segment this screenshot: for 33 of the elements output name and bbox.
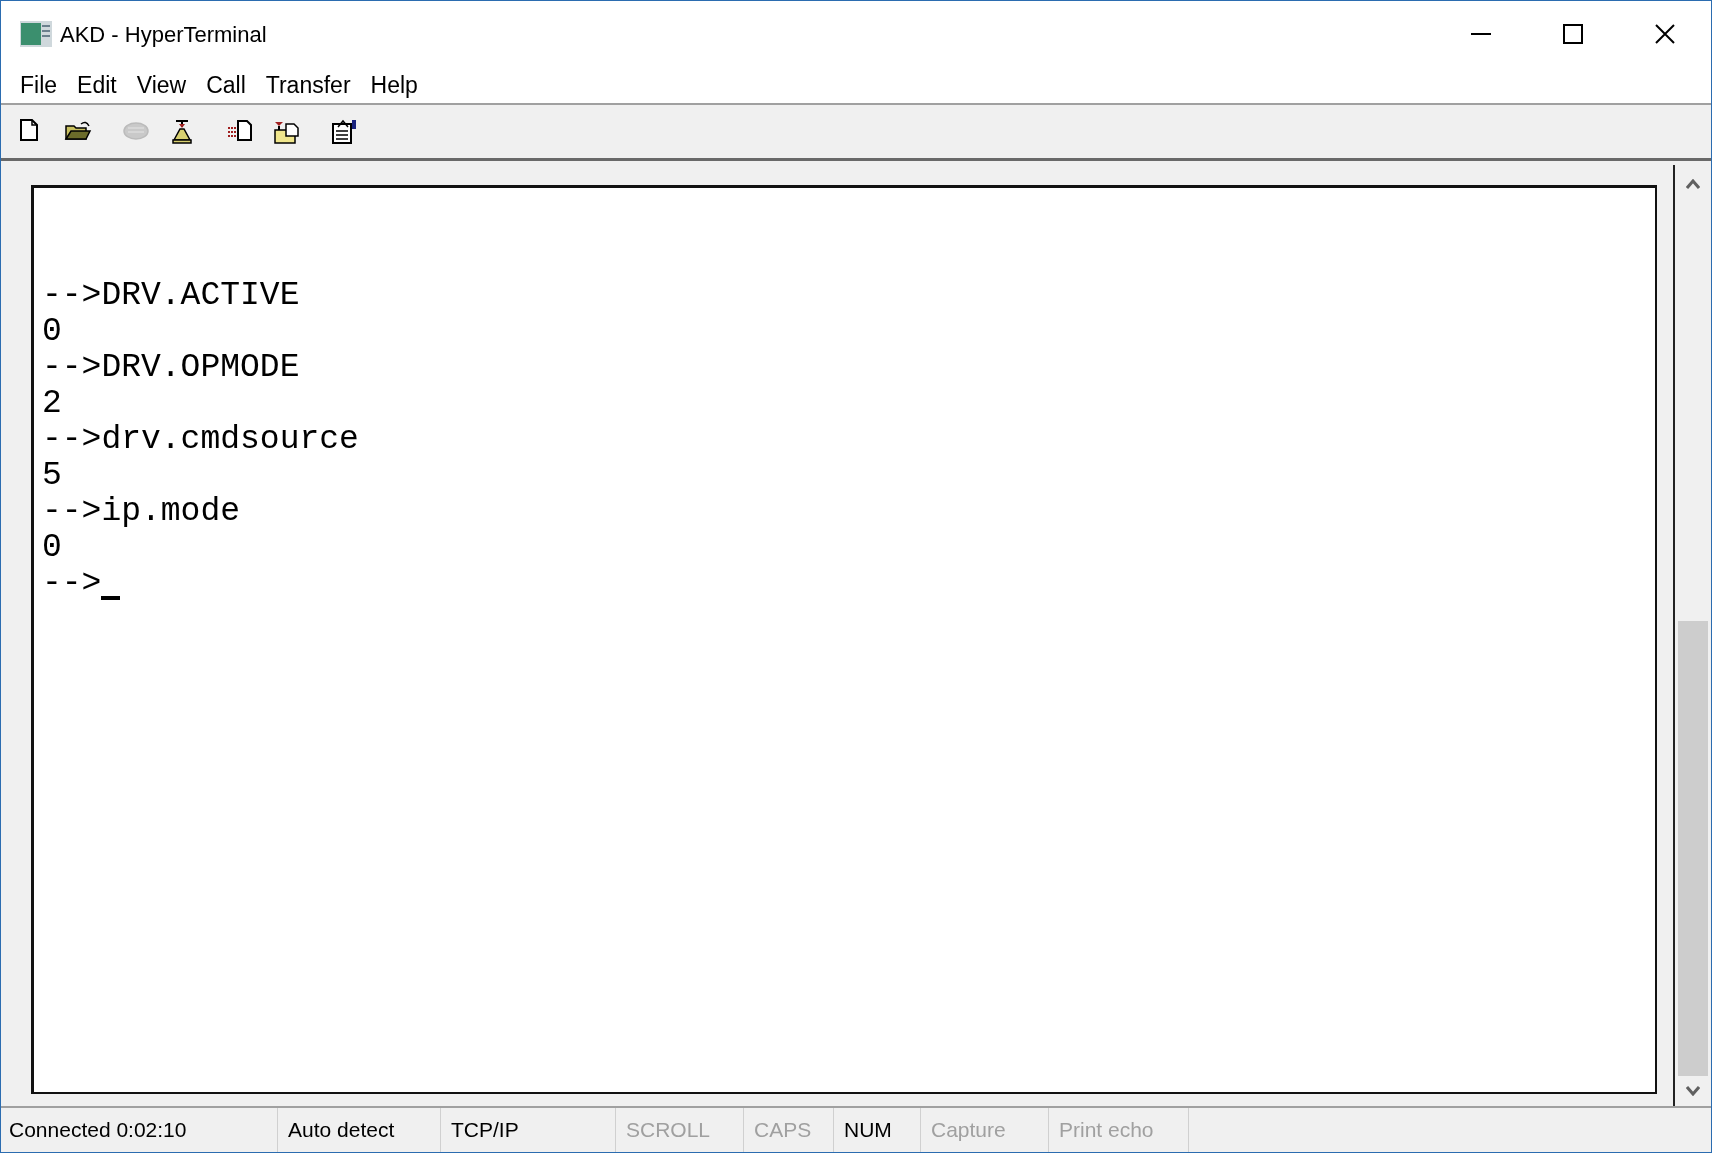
terminal-line: -->ip.mode xyxy=(42,494,241,530)
terminal-line: -->DRV.ACTIVE xyxy=(42,278,300,314)
status-field: TCP/IP xyxy=(441,1108,616,1152)
close-icon xyxy=(1655,24,1675,44)
terminal-line: --> xyxy=(42,566,102,602)
status-field: CAPS xyxy=(744,1108,834,1152)
status-field: NUM xyxy=(834,1108,921,1152)
menu-item[interactable]: Edit xyxy=(68,67,126,103)
menu-item[interactable]: File xyxy=(11,67,67,103)
terminal-screen[interactable]: -->DRV.ACTIVE 0 -->DRV.OPMODE 2 -->drv.cmdsource 5 -->ip.mode 0 --> xyxy=(31,185,1657,1094)
terminal-line: 0 xyxy=(42,530,62,566)
terminal-line: 5 xyxy=(42,458,62,494)
menu-item[interactable]: Transfer xyxy=(256,67,360,103)
status-field: Auto detect xyxy=(278,1108,441,1152)
app-icon xyxy=(20,21,52,47)
status-field: Print echo xyxy=(1049,1108,1189,1152)
status-field: SCROLL xyxy=(616,1108,744,1152)
scroll-down-icon[interactable] xyxy=(1686,1086,1700,1096)
status-field: Connected 0:02:10 xyxy=(1,1108,278,1152)
scrollbar-thumb[interactable] xyxy=(1678,621,1708,1076)
terminal-line: 0 xyxy=(42,314,62,350)
terminal-line: -->drv.cmdsource xyxy=(42,422,359,458)
maximize-icon xyxy=(1563,24,1583,44)
properties-icon xyxy=(330,118,358,145)
menu-item[interactable]: View xyxy=(127,67,196,103)
terminal-line: 2 xyxy=(42,386,62,422)
scroll-up-icon[interactable] xyxy=(1686,179,1700,189)
window-title: AKD - HyperTerminal xyxy=(60,20,267,49)
menu-item[interactable]: Call xyxy=(197,67,255,103)
menu-item[interactable]: Help xyxy=(361,67,427,103)
terminal-line: -->DRV.OPMODE xyxy=(42,350,300,386)
minimize-icon xyxy=(1471,33,1491,35)
status-field: Capture xyxy=(921,1108,1049,1152)
